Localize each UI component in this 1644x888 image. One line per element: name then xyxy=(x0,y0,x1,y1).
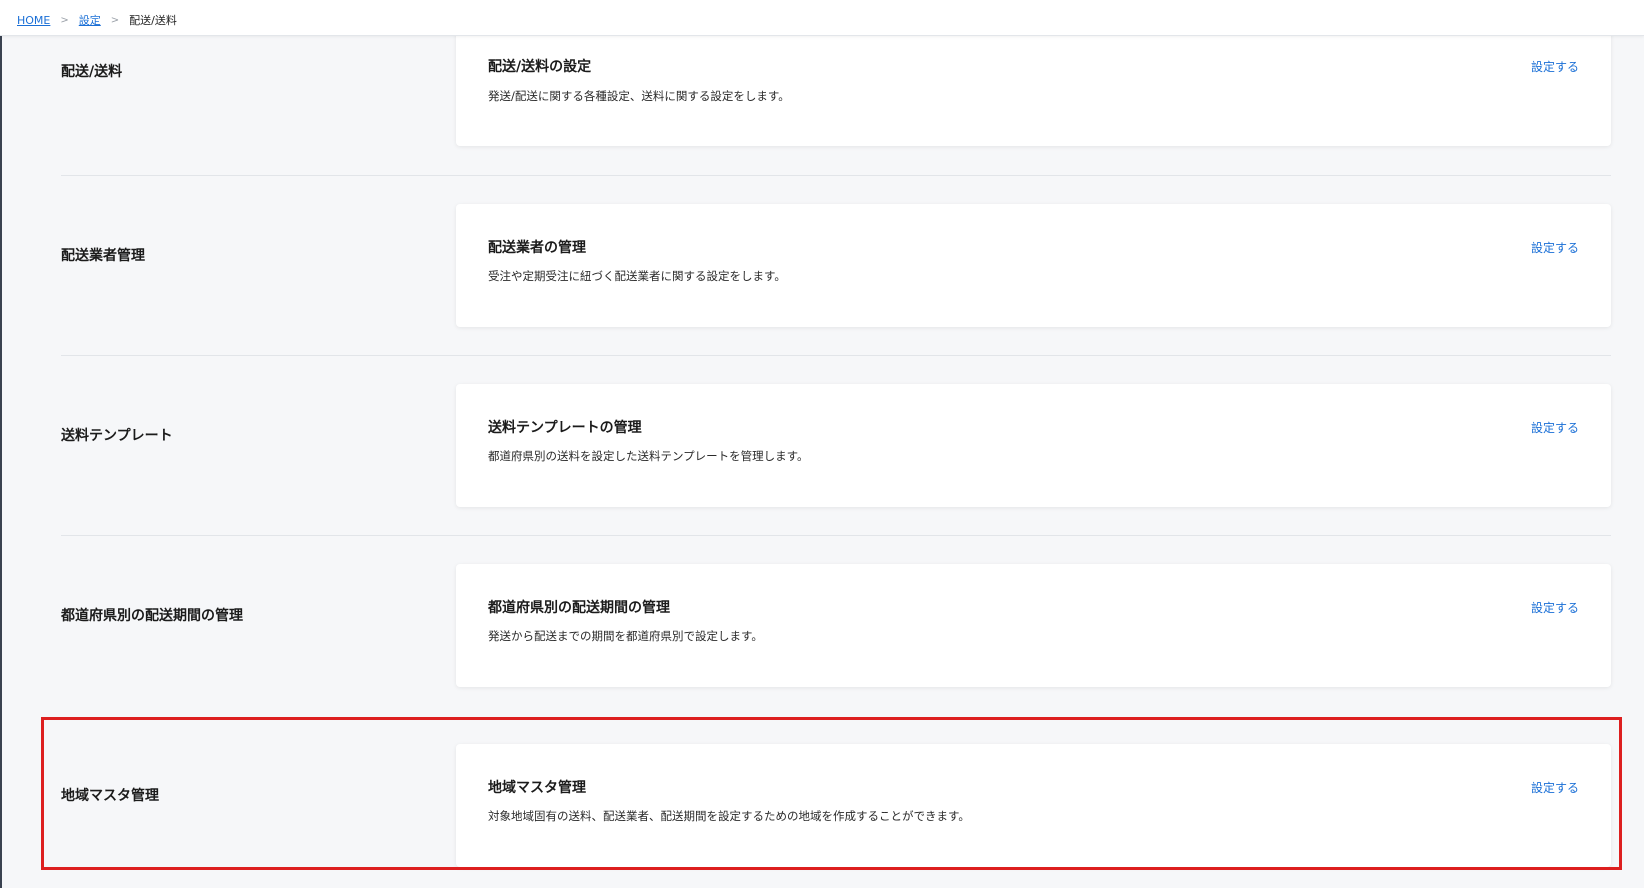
section-prefecture-delivery-period: 都道府県別の配送期間の管理 都道府県別の配送期間の管理 発送から配送までの期間を… xyxy=(0,564,1644,744)
settings-card: 配送業者の管理 受注や定期受注に紐づく配送業者に関する設定をします。 設定する xyxy=(456,204,1611,327)
card-description: 発送から配送までの期間を都道府県別で設定します。 xyxy=(488,629,763,643)
card-description: 発送/配送に関する各種設定、送料に関する設定をします。 xyxy=(488,89,790,103)
section-region-master: 地域マスタ管理 地域マスタ管理 対象地域固有の送料、配送業者、配送期間を設定する… xyxy=(0,744,1644,888)
section-title: 送料テンプレート xyxy=(61,428,173,444)
section-carrier-management: 配送業者管理 配送業者の管理 受注や定期受注に紐づく配送業者に関する設定をします… xyxy=(0,204,1644,384)
card-title: 配送業者の管理 xyxy=(488,240,586,256)
breadcrumb-home-link[interactable]: HOME xyxy=(17,14,50,27)
configure-link[interactable]: 設定する xyxy=(1531,58,1579,75)
breadcrumb-separator: > xyxy=(60,14,69,26)
configure-link[interactable]: 設定する xyxy=(1531,239,1579,256)
card-description: 受注や定期受注に紐づく配送業者に関する設定をします。 xyxy=(488,269,786,283)
card-description: 都道府県別の送料を設定した送料テンプレートを管理します。 xyxy=(488,449,809,463)
configure-link[interactable]: 設定する xyxy=(1531,779,1579,796)
section-title: 配送業者管理 xyxy=(61,248,145,264)
breadcrumb-current: 配送/送料 xyxy=(129,14,177,27)
settings-card: 都道府県別の配送期間の管理 発送から配送までの期間を都道府県別で設定します。 設… xyxy=(456,564,1611,687)
section-title: 配送/送料 xyxy=(61,64,123,80)
card-title: 配送/送料の設定 xyxy=(488,59,592,75)
configure-link[interactable]: 設定する xyxy=(1531,419,1579,436)
card-title: 地域マスタ管理 xyxy=(488,780,586,796)
section-title: 地域マスタ管理 xyxy=(61,788,159,804)
section-shipping-template: 送料テンプレート 送料テンプレートの管理 都道府県別の送料を設定した送料テンプレ… xyxy=(0,384,1644,564)
section-title: 都道府県別の配送期間の管理 xyxy=(61,608,243,624)
top-bar: HOME > 設定 > 配送/送料 xyxy=(0,0,1644,36)
breadcrumb: HOME > 設定 > 配送/送料 xyxy=(17,12,177,28)
breadcrumb-settings-link[interactable]: 設定 xyxy=(79,12,101,28)
settings-card: 送料テンプレートの管理 都道府県別の送料を設定した送料テンプレートを管理します。… xyxy=(456,384,1611,507)
configure-link[interactable]: 設定する xyxy=(1531,599,1579,616)
section-divider xyxy=(61,535,1611,536)
section-divider xyxy=(61,355,1611,356)
breadcrumb-separator: > xyxy=(110,14,120,26)
card-description: 対象地域固有の送料、配送業者、配送期間を設定するための地域を作成することができま… xyxy=(488,809,970,823)
card-title: 送料テンプレートの管理 xyxy=(488,420,642,436)
section-divider xyxy=(61,175,1611,176)
settings-card: 地域マスタ管理 対象地域固有の送料、配送業者、配送期間を設定するための地域を作成… xyxy=(456,744,1611,867)
card-title: 都道府県別の配送期間の管理 xyxy=(488,600,670,616)
